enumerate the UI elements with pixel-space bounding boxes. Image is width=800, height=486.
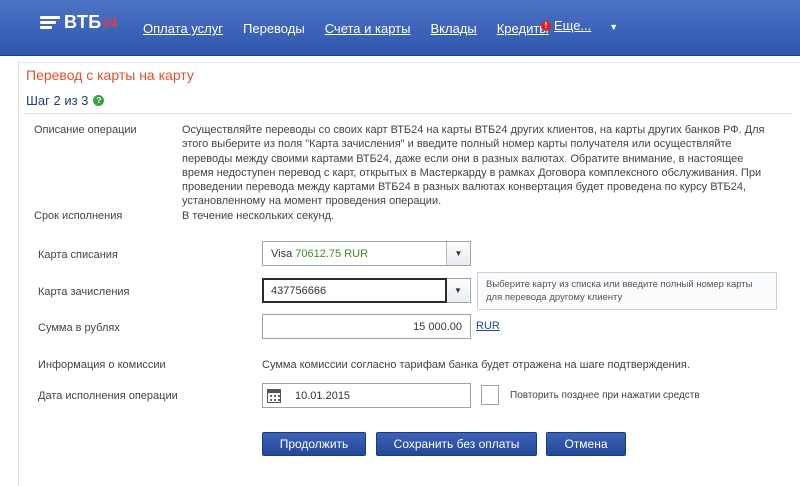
credit-card-hint: Выберите карту из списка или введите пол… [477,272,777,310]
card-balance: 70612.75 RUR [295,247,369,260]
card-type: Visa [271,247,293,260]
logo-text: ВТБ [64,11,102,32]
date-input[interactable]: 10.01.2015 [262,383,471,408]
debit-card-select[interactable]: Visa 70612.75 RUR ▼ [262,241,471,266]
credit-card-input[interactable]: 437756666 [262,278,447,303]
repeat-checkbox[interactable] [481,385,499,405]
debit-card-label: Карта списания [38,249,118,261]
notification-badge: ! [541,20,551,31]
amount-input[interactable]: 15 000.00 [262,314,471,339]
bank-logo[interactable]: ВТБ 24 [40,10,117,34]
commission-label: Информация о комиссии [38,359,166,371]
nav-item-deposits[interactable]: Вклады [430,21,476,36]
date-value: 10.01.2015 [295,389,351,402]
main-nav: Оплата услуг Переводы Счета и карты Вкла… [143,21,569,36]
logo-accent: 24 [102,14,118,30]
chevron-down-icon[interactable]: ▼ [446,242,470,265]
amount-label: Сумма в рублях [38,322,120,334]
currency-link[interactable]: RUR [476,320,500,332]
repeat-label: Повторить позднее при нажатии средств [510,390,700,401]
nav-more-menu[interactable]: ! Еще... ▼ [541,18,618,33]
nav-item-payments[interactable]: Оплата услуг [143,21,223,36]
step-text: Шаг 2 из 3 [26,93,89,108]
page-title: Перевод с карты на карту [26,67,194,83]
nav-item-accounts-cards[interactable]: Счета и карты [325,21,411,36]
date-label: Дата исполнения операции [38,390,178,402]
save-without-payment-button[interactable]: Сохранить без оплаты [376,432,537,456]
term-value: В течение нескольких секунд. [182,210,335,222]
logo-stripes-icon [40,16,60,29]
calendar-icon[interactable] [267,388,281,403]
chevron-down-icon[interactable]: ▼ [447,279,469,302]
top-navigation-bar: ВТБ 24 Оплата услуг Переводы Счета и кар… [0,0,800,56]
help-icon[interactable]: ? [93,95,105,106]
term-label: Срок исполнения [34,210,123,222]
divider [24,113,792,114]
nav-item-transfers[interactable]: Переводы [243,21,305,36]
debit-card-value: Visa 70612.75 RUR [263,248,446,260]
description-label: Описание операции [34,124,137,136]
continue-button[interactable]: Продолжить [262,432,366,456]
cancel-button[interactable]: Отмена [546,432,626,456]
commission-value: Сумма комиссии согласно тарифам банка бу… [262,359,690,371]
amount-value: 15 000.00 [413,320,462,333]
step-indicator: Шаг 2 из 3 ? [26,93,105,108]
nav-more-label: Еще... [554,18,592,33]
credit-card-value: 437756666 [271,284,327,297]
credit-card-dropdown[interactable]: ▼ [447,278,471,303]
credit-card-label: Карта зачисления [38,286,130,298]
chevron-down-icon: ▼ [609,21,619,32]
description-text: Осуществляйте переводы со своих карт ВТБ… [182,124,765,208]
